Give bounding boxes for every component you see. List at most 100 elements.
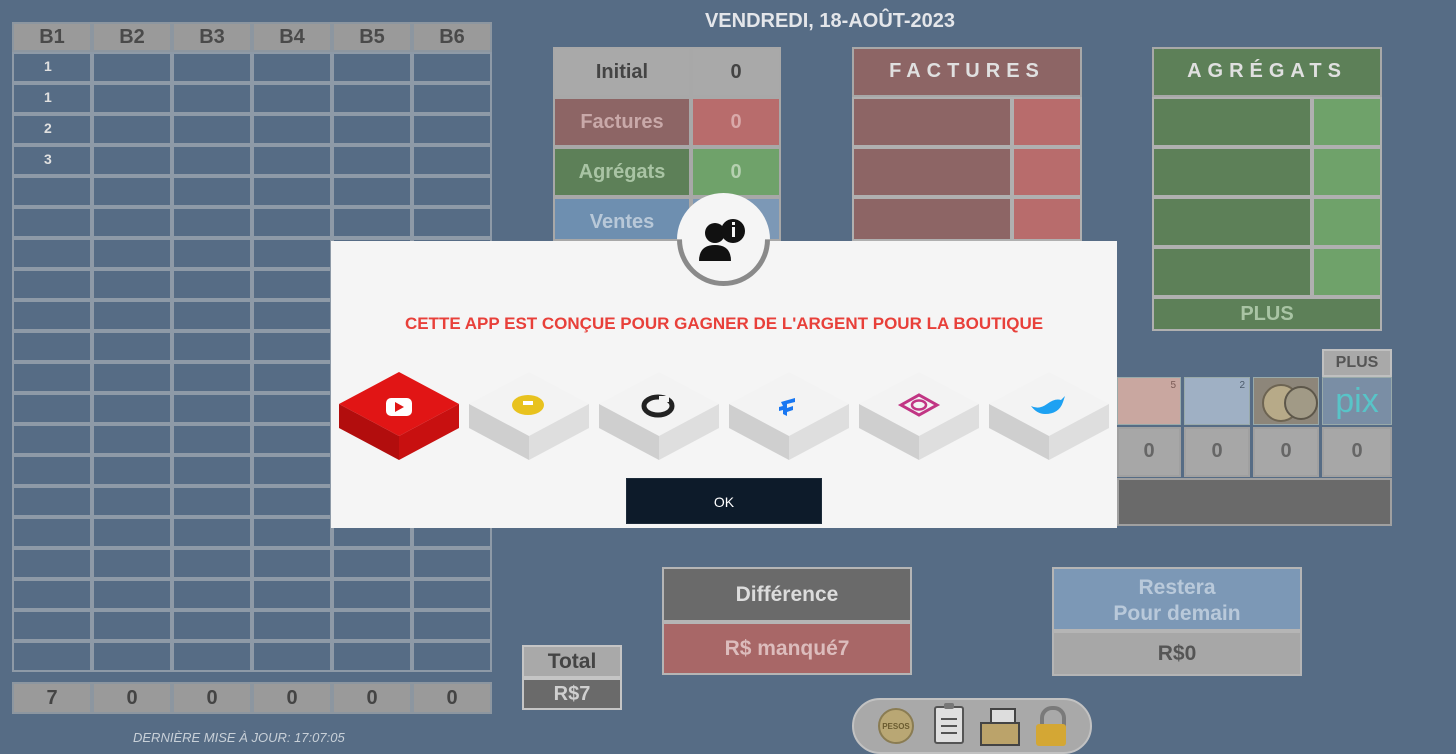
- grid-cell[interactable]: [252, 455, 332, 486]
- grid-cell[interactable]: [92, 362, 172, 393]
- agregats-cell[interactable]: [1152, 197, 1312, 247]
- grid-cell[interactable]: [92, 424, 172, 455]
- banknote-5-icon[interactable]: 5: [1117, 377, 1181, 425]
- grid-cell[interactable]: [172, 517, 252, 548]
- grid-cell[interactable]: [332, 579, 412, 610]
- grid-cell[interactable]: [332, 114, 412, 145]
- grid-cell[interactable]: 1: [12, 83, 92, 114]
- grid-cell[interactable]: [332, 176, 412, 207]
- grid-cell[interactable]: [172, 52, 252, 83]
- grid-cell[interactable]: [12, 641, 92, 672]
- agregats-cell[interactable]: [1152, 247, 1312, 297]
- money-plus-button[interactable]: PLUS: [1322, 349, 1392, 377]
- ok-button[interactable]: OK: [626, 478, 822, 524]
- grid-cell[interactable]: [172, 331, 252, 362]
- agregats-title[interactable]: AGRÉGATS: [1152, 47, 1382, 97]
- grid-cell[interactable]: [172, 300, 252, 331]
- grid-cell[interactable]: [92, 269, 172, 300]
- grid-cell[interactable]: [412, 579, 492, 610]
- grid-cell[interactable]: [252, 145, 332, 176]
- agregats-cell[interactable]: [1312, 97, 1382, 147]
- coins-icon[interactable]: [1253, 377, 1319, 425]
- youtube-tile[interactable]: [339, 370, 459, 460]
- grid-cell[interactable]: [252, 269, 332, 300]
- agregats-cell[interactable]: [1152, 147, 1312, 197]
- grid-cell[interactable]: [172, 207, 252, 238]
- factures-cell[interactable]: [852, 147, 1012, 197]
- grid-cell[interactable]: [92, 486, 172, 517]
- grid-cell[interactable]: [92, 300, 172, 331]
- grid-cell[interactable]: [252, 176, 332, 207]
- grid-cell[interactable]: [332, 52, 412, 83]
- grid-cell[interactable]: [252, 579, 332, 610]
- grid-cell[interactable]: 1: [12, 52, 92, 83]
- grid-cell[interactable]: [412, 114, 492, 145]
- twitter-tile[interactable]: [989, 370, 1109, 460]
- grid-cell[interactable]: [252, 238, 332, 269]
- grid-cell[interactable]: [92, 548, 172, 579]
- grid-cell[interactable]: [252, 424, 332, 455]
- grid-cell[interactable]: [92, 517, 172, 548]
- grid-header-cell[interactable]: B3: [172, 22, 252, 52]
- facebook-tile[interactable]: [729, 370, 849, 460]
- grid-cell[interactable]: [252, 83, 332, 114]
- grid-cell[interactable]: [92, 331, 172, 362]
- pix-icon[interactable]: pix: [1322, 377, 1392, 425]
- grid-cell[interactable]: [252, 331, 332, 362]
- grid-cell[interactable]: [172, 641, 252, 672]
- grid-cell[interactable]: [252, 207, 332, 238]
- grid-cell[interactable]: [12, 393, 92, 424]
- factures-cell[interactable]: [1012, 197, 1082, 241]
- grid-cell[interactable]: [412, 207, 492, 238]
- grid-cell[interactable]: [172, 176, 252, 207]
- banknote-2-icon[interactable]: 2: [1184, 377, 1250, 425]
- factures-cell[interactable]: [852, 197, 1012, 241]
- grid-cell[interactable]: [12, 517, 92, 548]
- grid-cell[interactable]: [92, 238, 172, 269]
- grid-cell[interactable]: [332, 145, 412, 176]
- factures-cell[interactable]: [1012, 147, 1082, 197]
- pesos-coin-icon[interactable]: PESOS: [878, 708, 914, 744]
- lock-icon[interactable]: [1034, 706, 1068, 748]
- grid-cell[interactable]: [332, 548, 412, 579]
- grid-cell[interactable]: [12, 579, 92, 610]
- agregats-cell[interactable]: [1312, 197, 1382, 247]
- initial-value[interactable]: 0: [691, 47, 781, 97]
- agregats-plus-button[interactable]: PLUS: [1152, 297, 1382, 331]
- grid-cell[interactable]: [172, 83, 252, 114]
- grid-cell[interactable]: [12, 176, 92, 207]
- grid-cell[interactable]: [172, 114, 252, 145]
- grid-cell[interactable]: [92, 455, 172, 486]
- grid-cell[interactable]: [12, 424, 92, 455]
- grid-cell[interactable]: [172, 238, 252, 269]
- grid-cell[interactable]: 2: [12, 114, 92, 145]
- grid-cell[interactable]: [172, 610, 252, 641]
- grid-cell[interactable]: [412, 176, 492, 207]
- grid-cell[interactable]: [12, 610, 92, 641]
- grid-cell[interactable]: [12, 362, 92, 393]
- grid-cell[interactable]: [172, 455, 252, 486]
- grid-cell[interactable]: [412, 52, 492, 83]
- grid-cell[interactable]: [332, 83, 412, 114]
- instagram-tile[interactable]: [859, 370, 979, 460]
- grid-cell[interactable]: [252, 393, 332, 424]
- grid-cell[interactable]: [92, 610, 172, 641]
- grid-cell[interactable]: [252, 300, 332, 331]
- grid-cell[interactable]: [332, 641, 412, 672]
- grid-cell[interactable]: [12, 486, 92, 517]
- grid-cell[interactable]: [172, 486, 252, 517]
- agregats-cell[interactable]: [1312, 147, 1382, 197]
- grid-cell[interactable]: [92, 83, 172, 114]
- grid-cell[interactable]: [92, 579, 172, 610]
- grid-cell[interactable]: [172, 269, 252, 300]
- grid-cell[interactable]: [412, 610, 492, 641]
- grid-cell[interactable]: [92, 114, 172, 145]
- grid-cell[interactable]: [332, 610, 412, 641]
- grid-header-cell[interactable]: B4: [252, 22, 332, 52]
- coin-tile[interactable]: [469, 370, 589, 460]
- grid-cell[interactable]: [172, 548, 252, 579]
- grid-cell[interactable]: [12, 331, 92, 362]
- cash-register-icon[interactable]: [978, 708, 1020, 746]
- factures-title[interactable]: FACTURES: [852, 47, 1082, 97]
- grid-cell[interactable]: [12, 269, 92, 300]
